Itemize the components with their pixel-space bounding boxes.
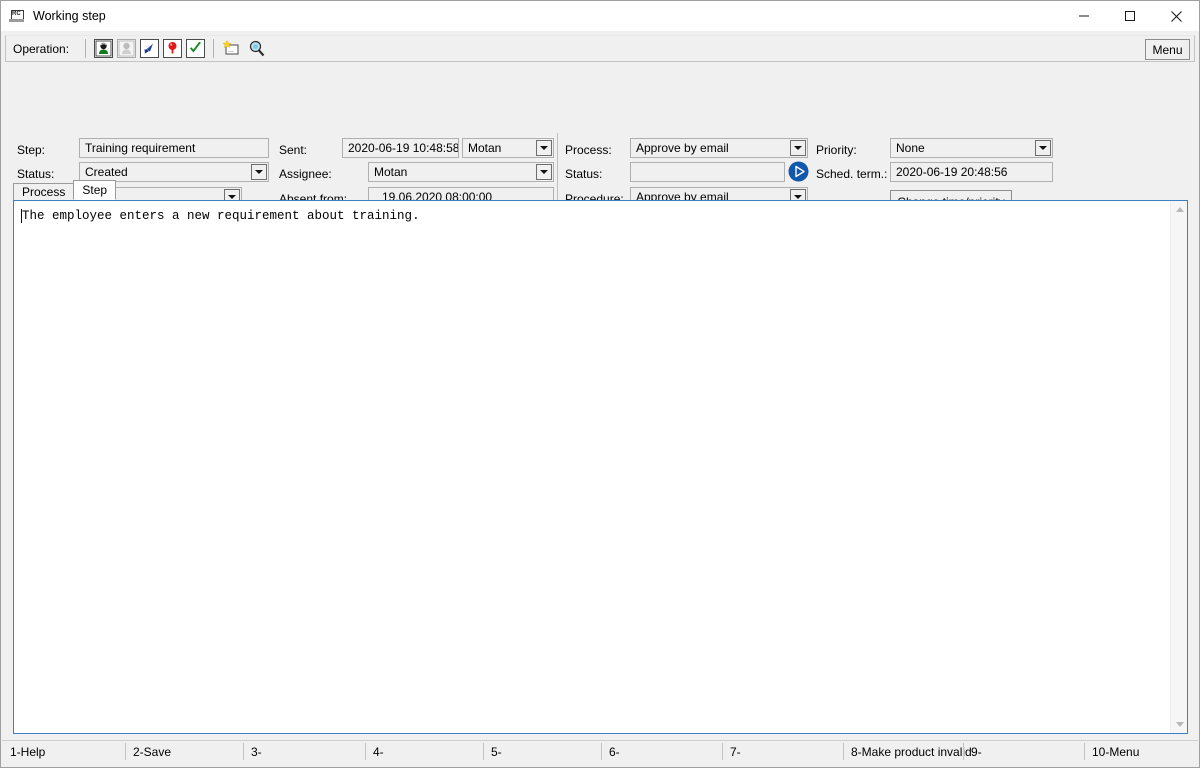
mark-important-icon[interactable] — [163, 39, 183, 58]
chevron-down-icon[interactable] — [1035, 140, 1051, 156]
unassign-user-icon — [117, 39, 137, 58]
svg-text:...: ... — [228, 47, 234, 54]
scroll-up-icon[interactable] — [1171, 201, 1188, 218]
chevron-down-icon[interactable] — [790, 140, 806, 156]
status-cell-f7[interactable]: 7- — [722, 741, 843, 762]
status-cell-f10[interactable]: 10-Menu — [1084, 741, 1198, 762]
maximize-icon[interactable] — [1107, 1, 1153, 31]
sched-term-label: Sched. term.: — [816, 167, 888, 181]
caption-buttons — [1061, 1, 1199, 31]
right-priority-label: Priority: — [816, 143, 857, 157]
return-step-icon[interactable] — [140, 39, 160, 58]
sent-user-value: Motan — [468, 141, 502, 155]
status-cell-f3[interactable]: 3- — [243, 741, 365, 762]
approve-check-icon[interactable] — [186, 39, 206, 58]
assignee-combo-value: Motan — [374, 165, 408, 179]
sched-term-field[interactable]: 2020-06-19 20:48:56 — [890, 162, 1053, 182]
minimize-icon[interactable] — [1061, 1, 1107, 31]
tabstrip: Process Step — [13, 180, 117, 200]
status-cell-f5[interactable]: 5- — [483, 741, 601, 762]
editor-scrollbar[interactable] — [1170, 201, 1187, 733]
assign-user-icon[interactable] — [94, 39, 114, 58]
tab-process[interactable]: Process — [13, 183, 75, 200]
chevron-down-icon[interactable] — [251, 164, 267, 180]
working-step-window: RC Working step Operation: ... Menu Step… — [0, 0, 1200, 768]
menu-button[interactable]: Menu — [1145, 39, 1190, 60]
status-combo-value: Created — [85, 165, 128, 179]
operation-toolbar: Operation: ... Menu — [5, 35, 1195, 62]
function-key-statusbar: 1-Help 2-Save 3- 4- 5- 6- 7- 8-Make prod… — [2, 740, 1198, 762]
step-label: Step: — [17, 143, 46, 157]
step-description-editor[interactable]: The employee enters a new requirement ab… — [13, 200, 1188, 734]
chevron-down-icon[interactable] — [536, 164, 552, 180]
status-cell-f2[interactable]: 2-Save — [125, 741, 243, 762]
sent-user-combo[interactable]: Motan — [462, 138, 554, 158]
sent-date-field[interactable]: 2020-06-19 10:48:58 — [342, 138, 459, 158]
toolbar-separator — [85, 39, 87, 58]
operation-label: Operation: — [13, 41, 70, 56]
bottom-strip — [1, 762, 1199, 767]
scroll-down-icon[interactable] — [1171, 716, 1188, 733]
status-cell-f6[interactable]: 6- — [601, 741, 722, 762]
process-combo-value: Approve by email — [636, 141, 729, 155]
editor-text: The employee enters a new requirement ab… — [22, 209, 420, 223]
toolbar-separator-2 — [213, 39, 215, 58]
process-status-field[interactable] — [630, 162, 785, 182]
working-step-icon: RC — [9, 8, 25, 24]
new-item-icon[interactable]: ... — [222, 39, 243, 58]
play-circle-icon[interactable] — [788, 161, 809, 182]
sent-label: Sent: — [279, 143, 308, 157]
status-cell-f4[interactable]: 4- — [365, 741, 483, 762]
close-icon[interactable] — [1153, 1, 1199, 31]
search-magnifier-icon[interactable] — [247, 39, 268, 58]
process-label: Process: — [565, 143, 612, 157]
title-bar: RC Working step — [1, 1, 1199, 31]
title-icon-text: RC — [12, 11, 21, 17]
status-cell-f8[interactable]: 8-Make product invalid — [843, 741, 972, 762]
right-priority-value: None — [896, 141, 925, 155]
assignee-label: Assignee: — [279, 167, 332, 181]
chevron-down-icon[interactable] — [536, 140, 552, 156]
window-title: Working step — [33, 9, 106, 23]
status-combo[interactable]: Created — [79, 162, 269, 182]
status-cell-f1[interactable]: 1-Help — [2, 741, 125, 762]
right-priority-combo[interactable]: None — [890, 138, 1053, 158]
status-cell-f9[interactable]: 9- — [963, 741, 1084, 762]
status-label: Status: — [17, 167, 55, 181]
process-combo[interactable]: Approve by email — [630, 138, 808, 158]
tab-step[interactable]: Step — [73, 180, 117, 200]
assignee-combo[interactable]: Motan — [368, 162, 554, 182]
form-area: Step: Training requirement Status: Creat… — [1, 65, 1199, 237]
step-field[interactable]: Training requirement — [79, 138, 269, 158]
process-status-label: Status: — [565, 167, 603, 181]
